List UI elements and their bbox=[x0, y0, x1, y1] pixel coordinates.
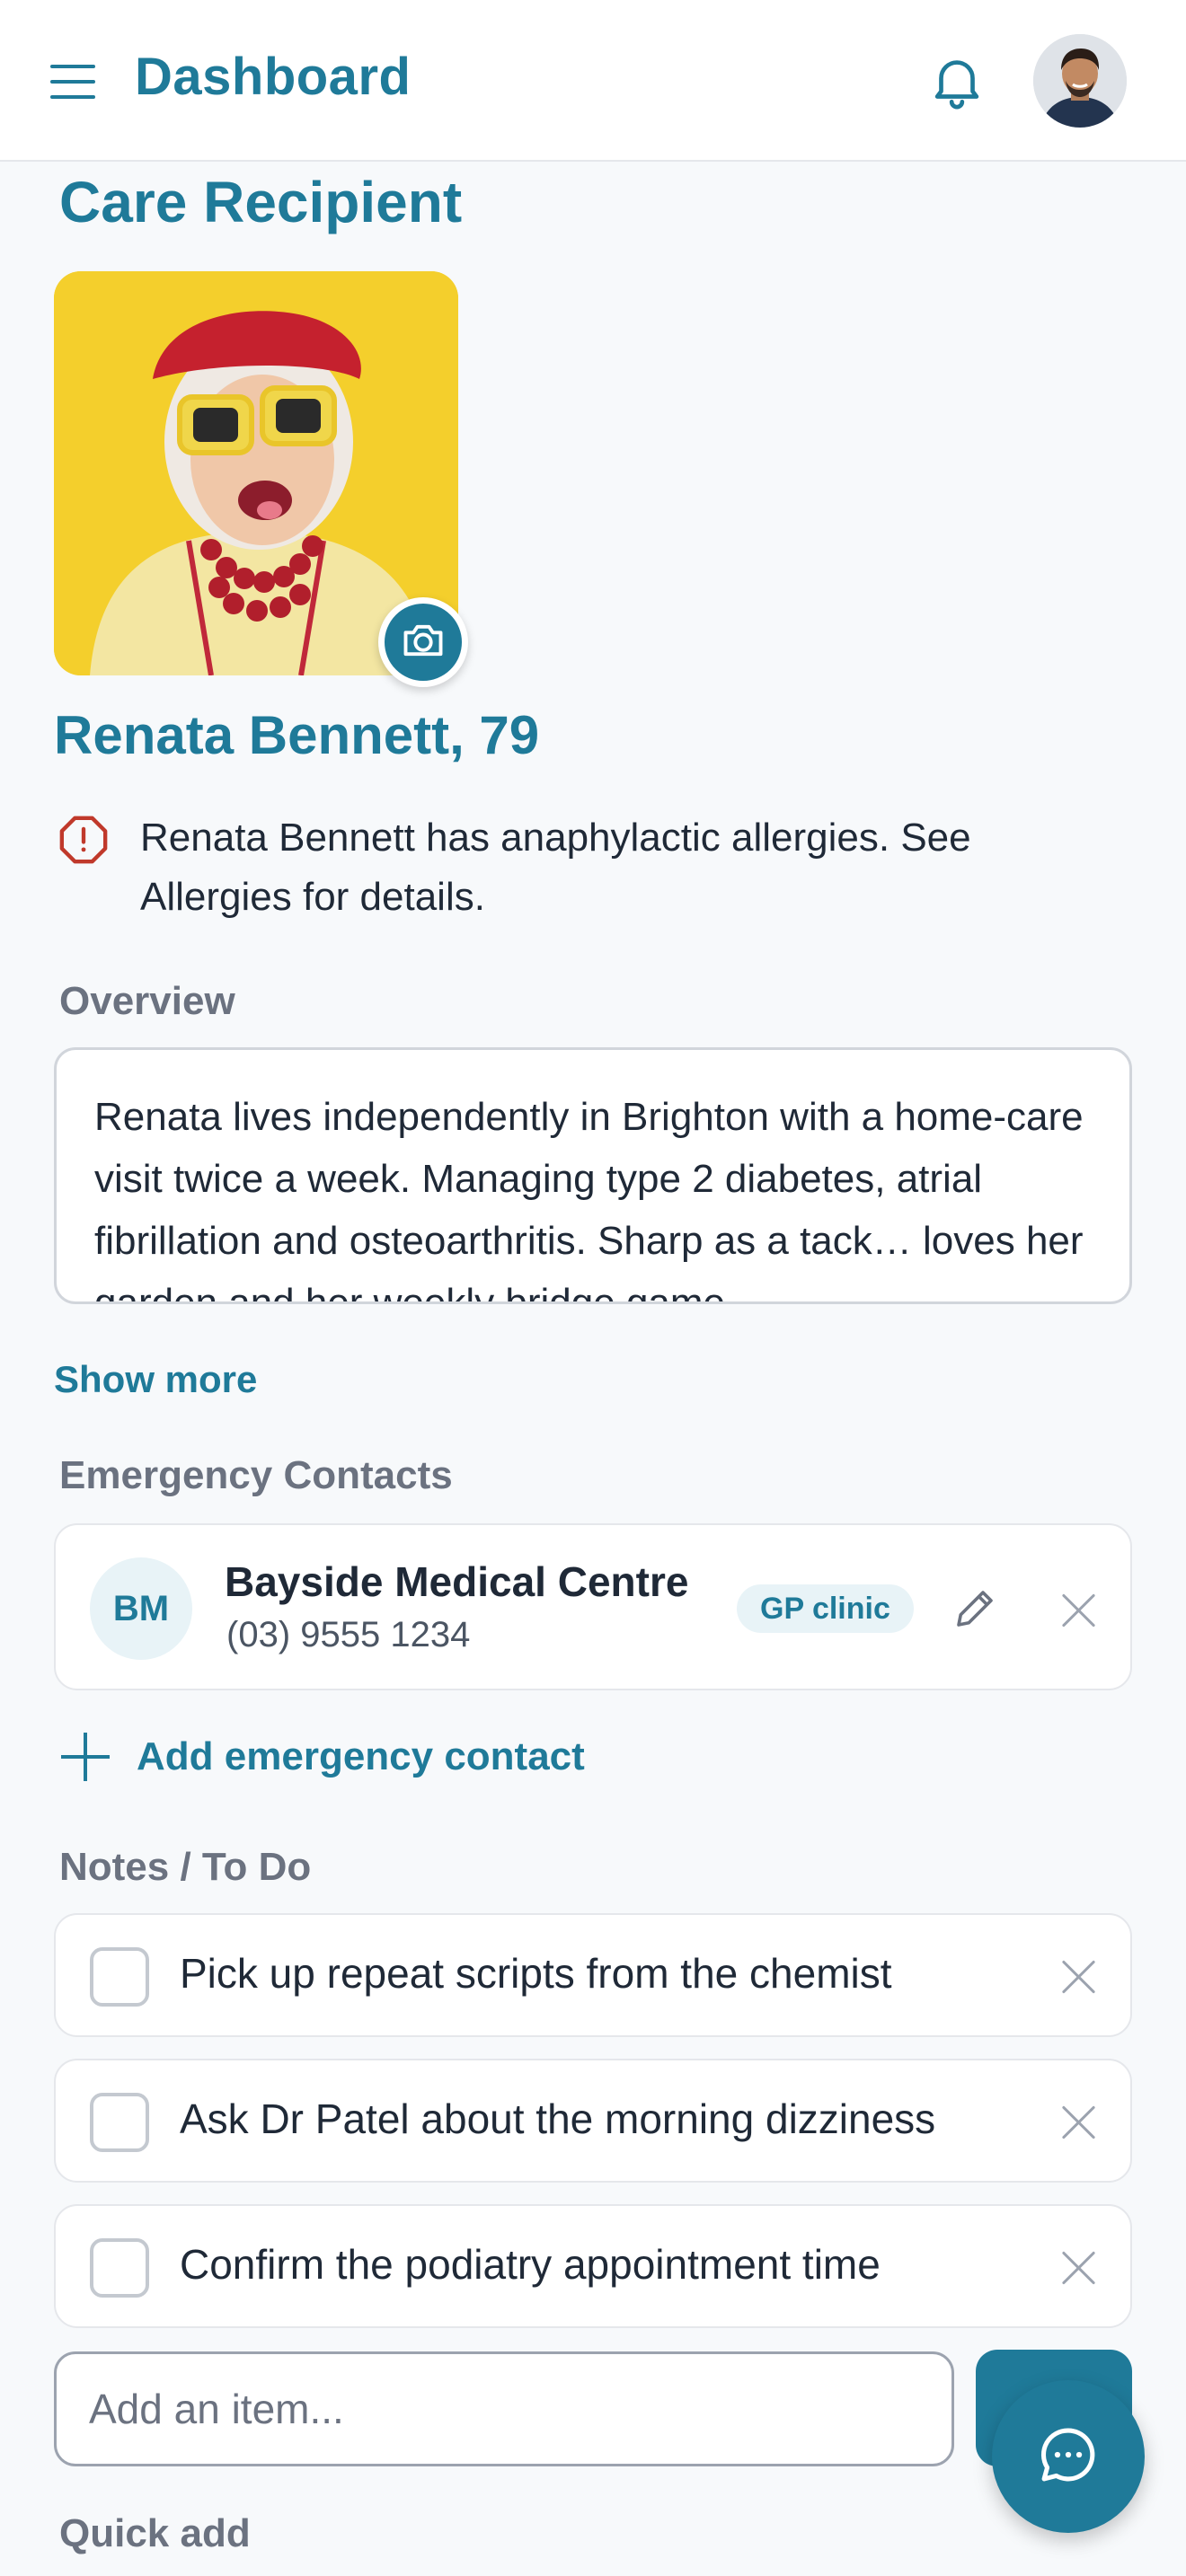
menu-icon[interactable] bbox=[50, 65, 95, 99]
remove-contact-close-icon[interactable] bbox=[1053, 1584, 1103, 1635]
section-title: Care Recipient bbox=[59, 170, 463, 234]
show-more-link[interactable]: Show more bbox=[54, 1358, 257, 1401]
todo-item: Pick up repeat scripts from the chemist bbox=[54, 1913, 1132, 2037]
contact-name: Bayside Medical Centre bbox=[225, 1558, 689, 1605]
add-emergency-contact-label: Add emergency contact bbox=[137, 1734, 585, 1778]
emergency-contacts-label: Emergency Contacts bbox=[59, 1453, 453, 1497]
todo-item: Ask Dr Patel about the morning dizziness bbox=[54, 2059, 1132, 2183]
plus-icon bbox=[59, 1731, 111, 1783]
recipient-name: Renata Bennett, 79 bbox=[54, 705, 540, 765]
camera-icon bbox=[400, 617, 447, 668]
todo-text: Confirm the podiatry appointment time bbox=[180, 2241, 881, 2288]
add-item-input[interactable] bbox=[54, 2351, 954, 2466]
quick-add-label: Quick add bbox=[59, 2511, 251, 2555]
camera-button[interactable] bbox=[378, 597, 468, 687]
page-title: Dashboard bbox=[135, 48, 412, 106]
contact-type-badge: GP clinic bbox=[737, 1584, 914, 1633]
edit-pencil-icon[interactable] bbox=[951, 1584, 999, 1633]
bell-icon[interactable] bbox=[925, 49, 988, 112]
alert-icon bbox=[58, 814, 110, 866]
chat-bubble-icon bbox=[1034, 2421, 1102, 2493]
delete-todo-close-icon[interactable] bbox=[1053, 2096, 1103, 2147]
todo-text: Pick up repeat scripts from the chemist bbox=[180, 1950, 892, 1997]
chat-button[interactable] bbox=[992, 2380, 1145, 2533]
overview-label: Overview bbox=[59, 979, 235, 1023]
contact-initials: BM bbox=[90, 1557, 192, 1660]
add-emergency-contact-button[interactable]: Add emergency contact bbox=[59, 1726, 585, 1787]
app-header: Dashboard bbox=[0, 0, 1186, 162]
overview-text: Renata lives independently in Brighton w… bbox=[94, 1095, 1084, 1304]
delete-todo-close-icon[interactable] bbox=[1053, 2242, 1103, 2292]
allergy-alert-text: Renata Bennett has anaphylactic allergie… bbox=[140, 816, 971, 919]
contact-card[interactable]: BM Bayside Medical Centre (03) 9555 1234… bbox=[54, 1523, 1132, 1690]
user-avatar[interactable] bbox=[1033, 34, 1127, 128]
todo-checkbox[interactable] bbox=[90, 2238, 149, 2298]
todo-item: Confirm the podiatry appointment time bbox=[54, 2204, 1132, 2328]
delete-todo-close-icon[interactable] bbox=[1053, 1951, 1103, 2001]
todo-checkbox[interactable] bbox=[90, 1947, 149, 2007]
notes-label: Notes / To Do bbox=[59, 1845, 312, 1889]
contact-phone: (03) 9555 1234 bbox=[226, 1615, 471, 1654]
overview-box: Renata lives independently in Brighton w… bbox=[54, 1047, 1132, 1304]
todo-checkbox[interactable] bbox=[90, 2093, 149, 2152]
todo-text: Ask Dr Patel about the morning dizziness bbox=[180, 2095, 936, 2142]
